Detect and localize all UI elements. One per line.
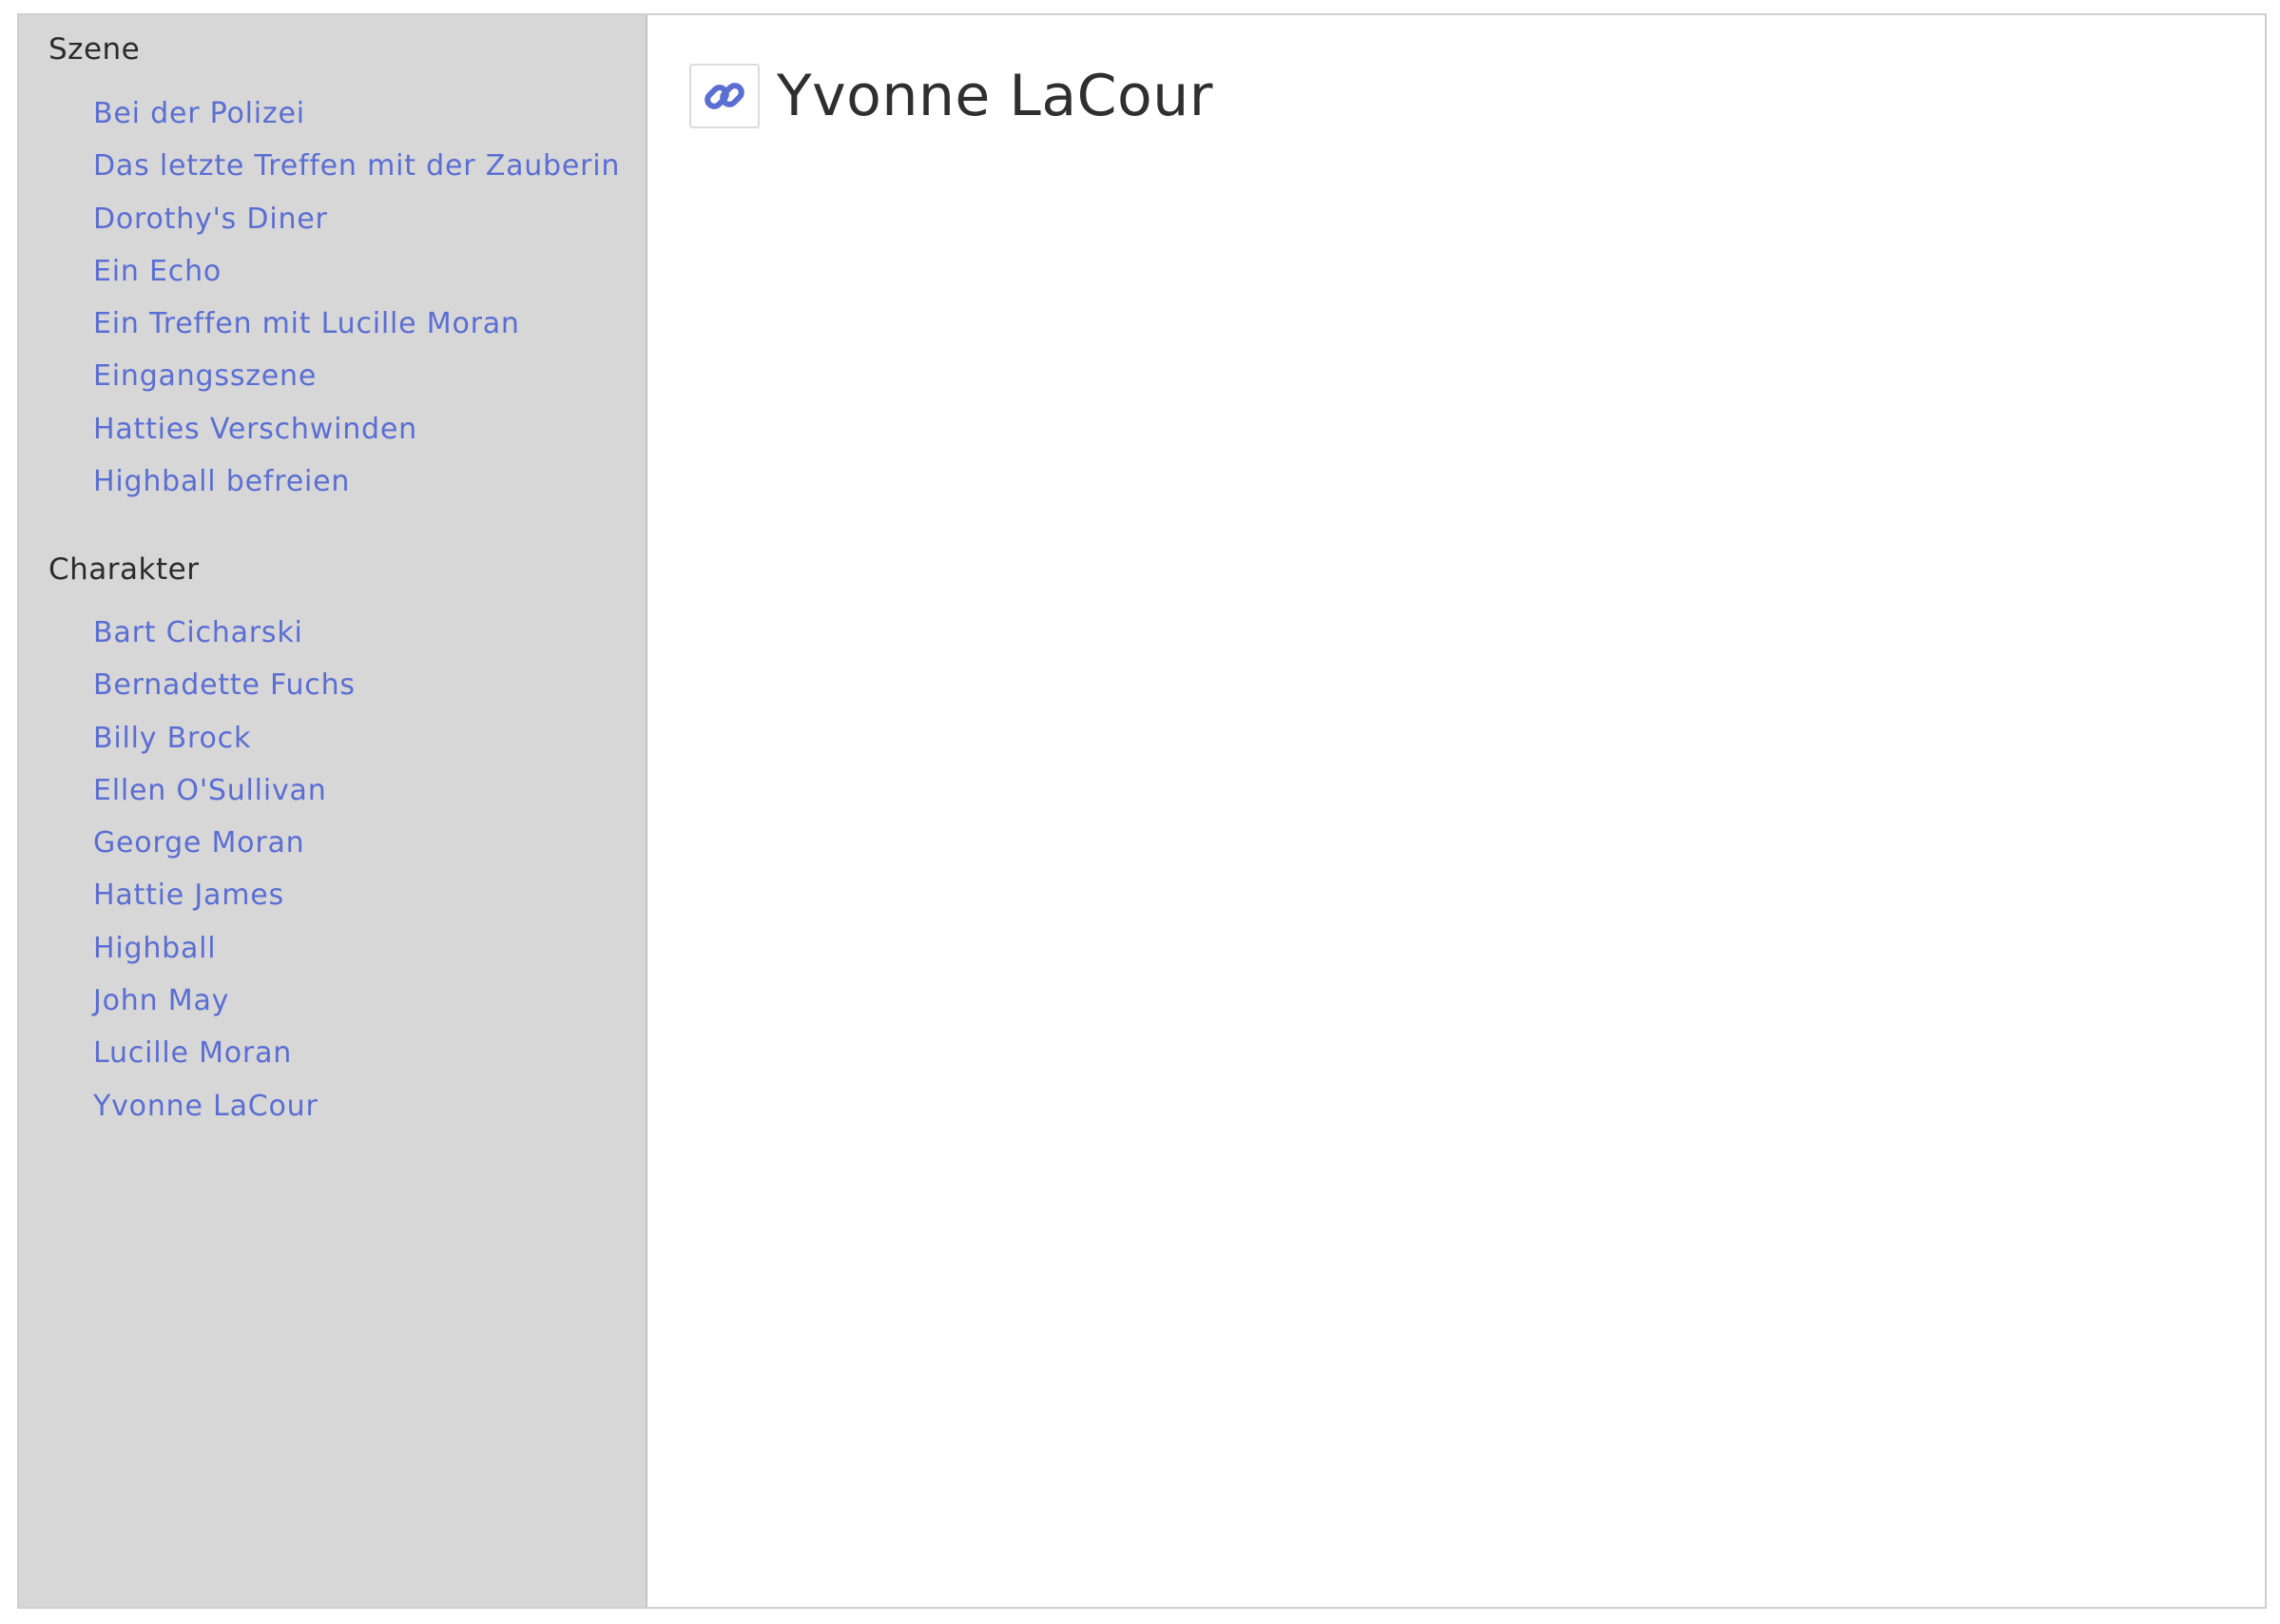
sidebar-item-bart-cicharski[interactable]: Bart Cicharski [93, 616, 303, 649]
list-item: Yvonne LaCour [93, 1080, 356, 1132]
list-item: Ein Echo [93, 245, 620, 298]
sidebar-item-john-may[interactable]: John May [93, 984, 229, 1017]
list-item: John May [93, 975, 356, 1027]
list-item: Ellen O'Sullivan [93, 764, 356, 817]
list-item: Highball [93, 922, 356, 975]
link-icon [705, 83, 744, 109]
list-item: Hatties Verschwinden [93, 403, 620, 455]
permalink-button[interactable] [689, 64, 760, 128]
sidebar-item-hatties-verschwinden[interactable]: Hatties Verschwinden [93, 413, 417, 446]
sidebar-item-george-moran[interactable]: George Moran [93, 826, 304, 860]
list-item: Bart Cicharski [93, 607, 356, 659]
list-item: Bei der Polizei [93, 87, 620, 140]
sidebar-item-yvonne-lacour[interactable]: Yvonne LaCour [93, 1090, 319, 1123]
sidebar-item-das-letzte-treffen[interactable]: Das letzte Treffen mit der Zauberin [93, 149, 620, 183]
sidebar-item-bei-der-polizei[interactable]: Bei der Polizei [93, 97, 305, 130]
sidebar-item-lucille-moran[interactable]: Lucille Moran [93, 1036, 292, 1070]
list-item: Hattie James [93, 869, 356, 921]
sidebar-item-highball-befreien[interactable]: Highball befreien [93, 465, 350, 498]
page-header: Yvonne LaCour [689, 63, 1213, 129]
sidebar-item-hattie-james[interactable]: Hattie James [93, 879, 284, 912]
sidebar-item-highball[interactable]: Highball [93, 932, 216, 965]
list-item: Das letzte Treffen mit der Zauberin [93, 140, 620, 192]
sidebar-item-bernadette-fuchs[interactable]: Bernadette Fuchs [93, 668, 356, 702]
list-item: Highball befreien [93, 455, 620, 508]
app-frame: Szene Bei der Polizei Das letzte Treffen… [17, 13, 2267, 1609]
sidebar-section-title-characters: Charakter [48, 552, 200, 587]
list-item: Bernadette Fuchs [93, 659, 356, 711]
main-content: Yvonne LaCour [647, 15, 2265, 1607]
list-item: Ein Treffen mit Lucille Moran [93, 298, 620, 350]
list-item: Lucille Moran [93, 1027, 356, 1079]
sidebar-item-eingangsszene[interactable]: Eingangsszene [93, 359, 317, 393]
list-item: Billy Brock [93, 712, 356, 764]
sidebar-item-billy-brock[interactable]: Billy Brock [93, 722, 251, 755]
sidebar-section-title-scenes: Szene [48, 32, 141, 67]
page-title: Yvonne LaCour [777, 63, 1213, 129]
list-item: Dorothy's Diner [93, 193, 620, 245]
sidebar: Szene Bei der Polizei Das letzte Treffen… [19, 15, 647, 1607]
scene-list: Bei der Polizei Das letzte Treffen mit d… [93, 87, 620, 508]
character-list: Bart Cicharski Bernadette Fuchs Billy Br… [93, 607, 356, 1132]
sidebar-item-ein-treffen-mit-lucille-moran[interactable]: Ein Treffen mit Lucille Moran [93, 307, 520, 340]
list-item: George Moran [93, 817, 356, 869]
list-item: Eingangsszene [93, 350, 620, 402]
sidebar-item-dorothys-diner[interactable]: Dorothy's Diner [93, 203, 328, 236]
sidebar-item-ein-echo[interactable]: Ein Echo [93, 255, 222, 288]
sidebar-item-ellen-osullivan[interactable]: Ellen O'Sullivan [93, 774, 327, 807]
